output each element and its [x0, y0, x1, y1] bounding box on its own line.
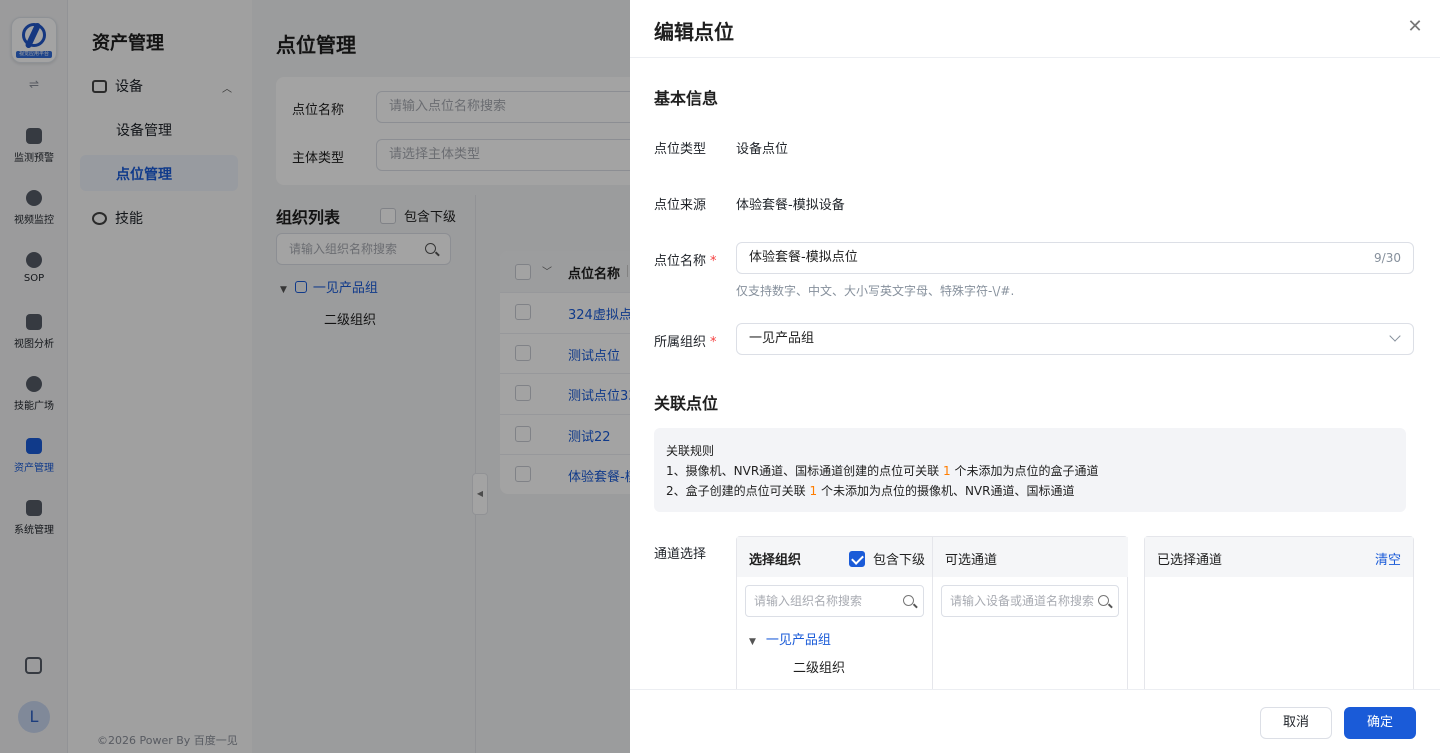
- org-search-input[interactable]: 请输入组织名称搜索: [745, 585, 924, 617]
- selected-channels-panel: 已选择通道 清空: [1144, 536, 1414, 689]
- org-column-header: 选择组织 包含下级: [737, 537, 932, 577]
- required-mark: *: [710, 254, 717, 269]
- org-select[interactable]: 一见产品组: [736, 323, 1414, 355]
- org-label: 所属组织 *: [654, 331, 717, 350]
- search-icon[interactable]: [903, 595, 914, 606]
- caret-down-icon[interactable]: ▼: [749, 637, 756, 647]
- rule-text: 个未添加为点位的盒子通道: [954, 464, 1099, 478]
- channel-search-placeholder: 请输入设备或通道名称搜索: [950, 594, 1095, 608]
- point-name-label-text: 点位名称: [654, 254, 707, 269]
- search-icon[interactable]: [1098, 595, 1109, 606]
- rule-number: 1: [809, 484, 818, 498]
- close-icon[interactable]: ✕: [1407, 18, 1423, 36]
- rule-number: 1: [943, 464, 951, 478]
- include-sub-label: 包含下级: [873, 553, 926, 568]
- channel-search-input[interactable]: 请输入设备或通道名称搜索: [941, 585, 1119, 617]
- basic-info-title: 基本信息: [654, 89, 719, 108]
- assoc-point-title: 关联点位: [654, 394, 719, 413]
- point-type-value: 设备点位: [736, 142, 789, 157]
- point-name-value: 体验套餐-模拟点位: [749, 250, 858, 265]
- tree-node-root[interactable]: ▼ 一见产品组: [749, 629, 831, 648]
- rule-text: 1、摄像机、NVR通道、国标通道创建的点位可关联: [666, 464, 940, 478]
- channel-picker: 选择组织 包含下级 请输入组织名称搜索 ▼ 一见产品组 二级组织 可选通道 请输入…: [736, 536, 1128, 690]
- rule-text: 个未添加为点位的摄像机、NVR通道、国标通道: [820, 484, 1075, 498]
- select-org-title: 选择组织: [749, 553, 802, 568]
- available-title: 可选通道: [945, 553, 998, 568]
- modal-overlay[interactable]: [0, 0, 630, 753]
- assoc-rules-box: 关联规则 1、摄像机、NVR通道、国标通道创建的点位可关联 1 个未添加为点位的…: [654, 428, 1406, 512]
- rule-text: 2、盒子创建的点位可关联: [666, 484, 806, 498]
- chevron-down-icon: [1389, 330, 1401, 342]
- rule-line-1: 1、摄像机、NVR通道、国标通道创建的点位可关联 1 个未添加为点位的盒子通道: [666, 461, 1394, 481]
- org-search-placeholder: 请输入组织名称搜索: [754, 594, 863, 608]
- edit-point-drawer: 编辑点位 ✕ 基本信息 点位类型 设备点位 点位来源 体验套餐-模拟设备 点位名…: [630, 0, 1440, 753]
- available-channel-column: 可选通道 请输入设备或通道名称搜索: [933, 537, 1128, 690]
- char-counter: 9/30: [1374, 251, 1401, 265]
- checkbox-checked[interactable]: [849, 551, 865, 567]
- org-label-text: 所属组织: [654, 335, 707, 350]
- required-mark: *: [710, 335, 717, 350]
- channel-select-label: 通道选择: [654, 547, 707, 562]
- include-sub-checkbox[interactable]: 包含下级: [849, 549, 925, 568]
- point-source-value: 体验套餐-模拟设备: [736, 198, 845, 213]
- drawer-header: 编辑点位 ✕: [630, 0, 1440, 58]
- point-type-label: 点位类型: [654, 142, 707, 157]
- cancel-button[interactable]: 取消: [1260, 707, 1332, 739]
- clear-button[interactable]: 清空: [1375, 549, 1401, 568]
- point-source-label: 点位来源: [654, 198, 707, 213]
- drawer-footer: 取消 确定: [630, 689, 1440, 753]
- point-name-hint: 仅支持数字、中文、大小写英文字母、特殊字符-\/#.: [736, 284, 1015, 298]
- org-select-column: 选择组织 包含下级 请输入组织名称搜索 ▼ 一见产品组 二级组织: [737, 537, 933, 690]
- selected-header: 已选择通道 清空: [1145, 537, 1413, 577]
- confirm-button[interactable]: 确定: [1344, 707, 1416, 739]
- available-column-header: 可选通道: [933, 537, 1128, 577]
- drawer-title: 编辑点位: [654, 20, 734, 44]
- rules-title: 关联规则: [666, 444, 715, 458]
- tree-node-label: 一见产品组: [765, 633, 831, 648]
- org-select-value: 一见产品组: [749, 331, 815, 346]
- tree-node-child[interactable]: 二级组织: [793, 657, 845, 676]
- selected-title: 已选择通道: [1157, 553, 1223, 568]
- point-name-input[interactable]: 体验套餐-模拟点位 9/30: [736, 242, 1414, 274]
- rule-line-2: 2、盒子创建的点位可关联 1 个未添加为点位的摄像机、NVR通道、国标通道: [666, 481, 1394, 501]
- point-name-label: 点位名称 *: [654, 250, 717, 269]
